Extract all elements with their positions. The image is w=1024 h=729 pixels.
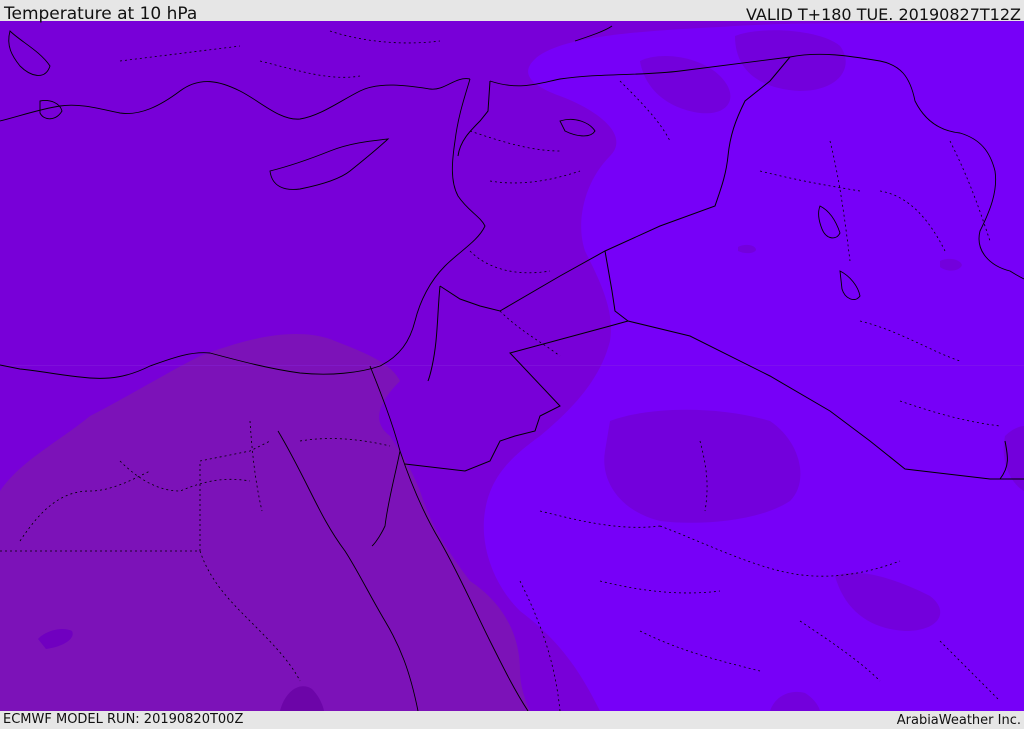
- map-svg: [0, 21, 1024, 711]
- header-bar: Temperature at 10 hPa VALID T+180 TUE. 2…: [0, 0, 1024, 24]
- map-title: Temperature at 10 hPa: [4, 4, 198, 24]
- weather-map-page: Temperature at 10 hPa VALID T+180 TUE. 2…: [0, 0, 1024, 729]
- valid-time: VALID T+180 TUE. 20190827T12Z: [745, 5, 1021, 24]
- map-canvas: [0, 21, 1024, 711]
- credit-label: ArabiaWeather Inc.: [896, 713, 1021, 728]
- cold-patch-south-central: [604, 409, 801, 523]
- model-run-label: ECMWF MODEL RUN: 20190820T00Z: [3, 712, 244, 727]
- footer-bar: ECMWF MODEL RUN: 20190820T00Z ArabiaWeat…: [0, 711, 1024, 729]
